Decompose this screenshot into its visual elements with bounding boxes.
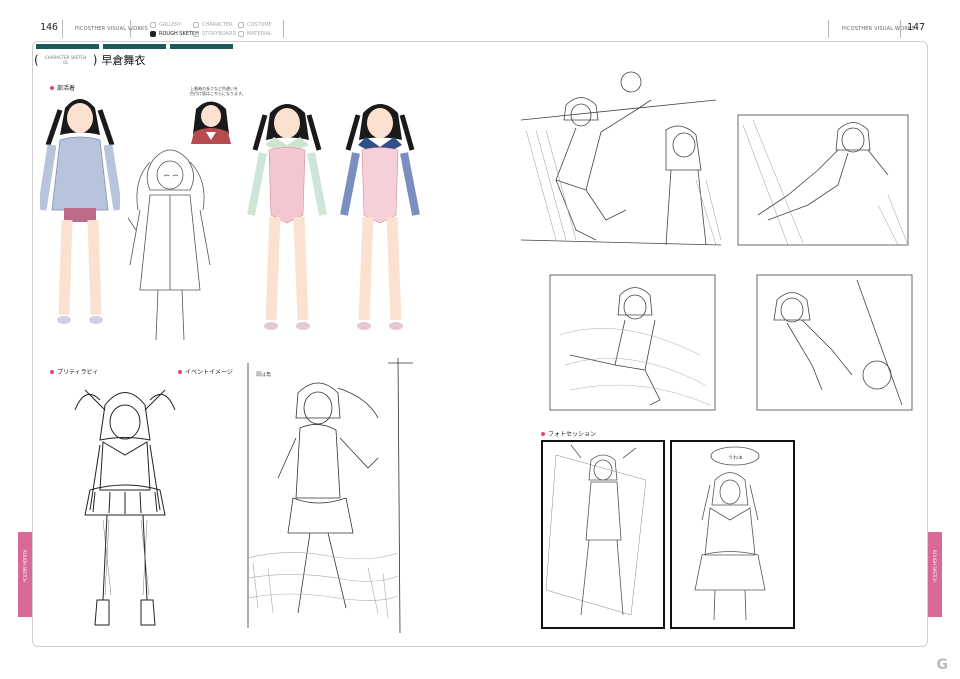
nav-storyboard[interactable]: STORYBOARD bbox=[193, 31, 236, 37]
pencil-figure-jacket bbox=[128, 149, 211, 340]
right-running-head: PICOSTHER VISUAL WORKS bbox=[842, 26, 915, 32]
bullet-icon bbox=[50, 369, 54, 374]
title-label: CHARACTER SKETCH 01 bbox=[45, 55, 87, 65]
divider bbox=[130, 20, 131, 38]
title-bars bbox=[36, 44, 233, 49]
photo-frame-1 bbox=[541, 440, 665, 629]
pencil-figure-pretty-rabbie bbox=[74, 389, 176, 626]
divider bbox=[62, 20, 63, 38]
pencil-event-image: 頭は角 bbox=[247, 358, 413, 634]
character-name: 早倉舞衣 bbox=[101, 54, 146, 67]
left-page-number: 146 bbox=[40, 22, 59, 33]
portrait-color bbox=[191, 101, 231, 144]
pencil-falling-figure bbox=[549, 274, 716, 411]
right-side-tab: ROUGH SKETCH bbox=[928, 532, 942, 617]
photo-frame-2: うわぁ bbox=[670, 440, 795, 629]
divider bbox=[828, 20, 829, 38]
nav-rough-sketch[interactable]: ROUGH SKETCH bbox=[150, 31, 199, 37]
left-running-head: PICOSTHER VISUAL WORKS bbox=[75, 26, 148, 32]
colored-figure-jacket bbox=[40, 99, 120, 324]
speech-bubble-text: うわぁ bbox=[728, 454, 743, 461]
costume-icon bbox=[238, 22, 244, 28]
right-page-number: 147 bbox=[907, 22, 926, 33]
page-header: 146 PICOSTHER VISUAL WORKS GALLERY ROUGH… bbox=[0, 0, 960, 40]
pencil-leotard-pose bbox=[737, 114, 909, 246]
character-icon bbox=[193, 22, 199, 28]
pencil-lying-figure bbox=[756, 274, 913, 411]
divider bbox=[900, 20, 901, 38]
nav-costume[interactable]: COSTUME bbox=[238, 22, 272, 28]
watermark-logo: G bbox=[936, 657, 949, 673]
nav-character[interactable]: CHARACTER bbox=[193, 22, 232, 28]
gallery-icon bbox=[150, 22, 156, 28]
storyboard-icon bbox=[193, 31, 199, 37]
section-pretty-rabbie: プリティラビィ bbox=[50, 367, 99, 376]
nav-gallery[interactable]: GALLERY bbox=[150, 22, 181, 28]
bullet-icon bbox=[50, 85, 54, 90]
character-title: ( CHARACTER SKETCH 01 ) 早倉舞衣 bbox=[34, 53, 146, 67]
material-icon bbox=[238, 31, 244, 37]
bullet-icon bbox=[541, 431, 545, 436]
section-photo-session: フォトセッション bbox=[541, 429, 596, 438]
colored-figure-leotard-blue bbox=[340, 104, 420, 330]
pencil-volleyball-action bbox=[520, 71, 722, 246]
divider bbox=[283, 20, 284, 38]
left-side-tab: ROUGH SKETCH bbox=[18, 532, 32, 617]
section-event-image: イベントイメージ bbox=[178, 367, 233, 376]
bullet-icon bbox=[178, 369, 182, 374]
event-note: 頭は角 bbox=[256, 371, 271, 378]
sketch-icon bbox=[150, 31, 156, 37]
nav-material[interactable]: MATERIAL bbox=[238, 31, 272, 37]
colored-figure-leotard-pink bbox=[247, 104, 327, 330]
